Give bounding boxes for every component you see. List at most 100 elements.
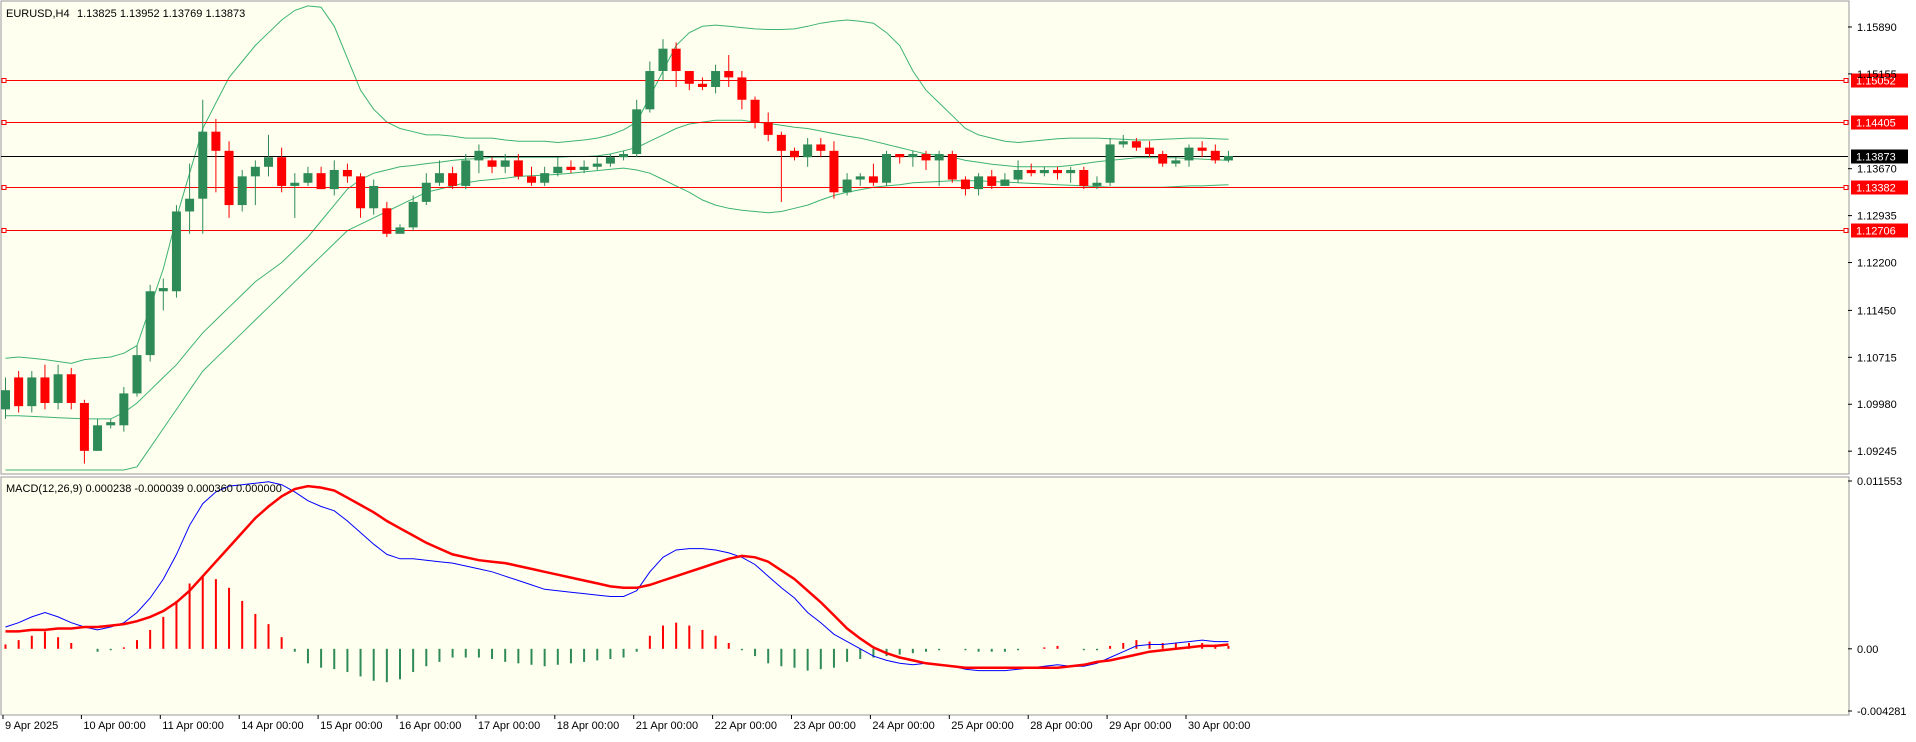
chart-symbol: EURUSD,H4	[6, 8, 70, 20]
candle-body	[500, 160, 510, 167]
candle-body	[1013, 169, 1023, 180]
candle-body	[356, 176, 366, 209]
candle-body	[987, 176, 997, 186]
candle-body	[40, 377, 50, 403]
level-handle-right	[1843, 78, 1849, 83]
candle-body	[79, 402, 89, 451]
price-tick-label: 1.15155	[1857, 69, 1897, 81]
candle-body	[408, 201, 418, 228]
level-price-label: 1.12706	[1856, 226, 1896, 238]
candle-body	[461, 160, 471, 186]
level-handle-left	[1, 78, 7, 83]
candle-body	[671, 48, 681, 72]
time-tick-label: 29 Apr 00:00	[1109, 720, 1171, 732]
candle-body	[316, 173, 326, 190]
candle-body	[566, 166, 576, 170]
candle-body	[960, 179, 970, 190]
time-tick-label: 28 Apr 00:00	[1030, 720, 1092, 732]
time-tick-label: 18 Apr 00:00	[557, 720, 619, 732]
candle-body	[1000, 179, 1010, 186]
candle-body	[224, 150, 234, 206]
candle-body	[750, 99, 760, 123]
chart-canvas: 1.150521.144051.133821.127061.138731.158…	[0, 0, 1916, 737]
time-tick-label: 11 Apr 00:00	[162, 720, 224, 732]
candle-body	[1223, 155, 1233, 161]
candle-body	[829, 150, 839, 193]
candle-body	[185, 198, 195, 212]
level-price-label: 1.13382	[1856, 183, 1896, 195]
candle-body	[198, 131, 208, 199]
candle-body	[697, 83, 707, 87]
candle-body	[434, 173, 444, 183]
candle-body	[106, 422, 116, 426]
candle-body	[487, 160, 497, 167]
candle-body	[171, 211, 181, 292]
candle-body	[645, 71, 655, 110]
trading-chart: 1.15052 1.14405 1.13382 1.12706 1.13873 1.158…	[0, 0, 1916, 737]
candle-body	[895, 154, 905, 158]
candle-body	[53, 374, 63, 403]
price-tick-label: 1.15890	[1857, 22, 1897, 34]
level-handle-right	[1843, 185, 1849, 190]
candle-body	[908, 154, 918, 158]
candle-body	[1105, 144, 1115, 183]
candle-body	[882, 154, 892, 183]
candle-body	[1026, 169, 1036, 174]
candle-body	[1184, 147, 1194, 161]
candle-body	[1066, 169, 1076, 174]
candle-body	[421, 182, 431, 202]
candle-body	[369, 185, 379, 209]
macd-label: MACD(12,26,9) 0.000238 -0.000039 0.00036…	[6, 483, 282, 495]
time-tick-label: 9 Apr 2025	[5, 720, 58, 732]
candle-body	[868, 176, 878, 183]
macd-pane[interactable]	[0, 476, 1850, 716]
candle-body	[776, 134, 786, 151]
candle-body	[684, 71, 694, 84]
candle-body	[513, 160, 523, 177]
candle-body	[711, 71, 721, 87]
candle-body	[605, 157, 615, 164]
time-tick-label: 24 Apr 00:00	[872, 720, 934, 732]
time-tick-label: 10 Apr 00:00	[83, 720, 145, 732]
candle-body	[553, 166, 563, 174]
candle-body	[1210, 150, 1220, 161]
macd-tick-label: 0.011553	[1857, 476, 1902, 488]
price-tick-label: 1.10715	[1857, 352, 1897, 364]
candle-body	[132, 355, 142, 394]
candle-body	[842, 179, 852, 193]
candle-body	[934, 154, 944, 161]
candle-body	[329, 169, 339, 190]
candle-body	[1158, 154, 1168, 164]
candle-body	[303, 173, 313, 183]
macd-tick-label: 0.00	[1857, 644, 1878, 656]
candle-body	[119, 393, 129, 426]
candle-body	[158, 288, 168, 292]
candle-body	[448, 173, 458, 186]
candle-body	[1092, 182, 1102, 186]
candle-body	[145, 291, 155, 356]
price-tick-label: 1.12935	[1857, 211, 1897, 223]
candle-body	[579, 166, 589, 170]
candle-body	[763, 122, 773, 135]
price-tick-label: 1.11450	[1857, 305, 1896, 317]
time-tick-label: 22 Apr 00:00	[715, 720, 777, 732]
candle-body	[1, 390, 10, 410]
candle-body	[1197, 147, 1207, 151]
candle-body	[1145, 147, 1155, 155]
price-pane[interactable]	[0, 0, 1850, 475]
candle-body	[290, 182, 300, 186]
time-tick-label: 23 Apr 00:00	[794, 720, 856, 732]
candle-body	[382, 208, 392, 234]
candle-body	[527, 176, 536, 183]
candle-body	[66, 374, 76, 403]
time-tick-label: 30 Apr 00:00	[1188, 720, 1250, 732]
candle-body	[93, 425, 103, 451]
candle-body	[592, 163, 602, 167]
level-handle-right	[1843, 120, 1849, 125]
candle-body	[737, 77, 747, 100]
candle-body	[1053, 169, 1062, 174]
candle-body	[816, 144, 826, 151]
level-handle-left	[1, 228, 7, 233]
time-tick-label: 14 Apr 00:00	[241, 720, 303, 732]
candle-body	[342, 169, 352, 177]
